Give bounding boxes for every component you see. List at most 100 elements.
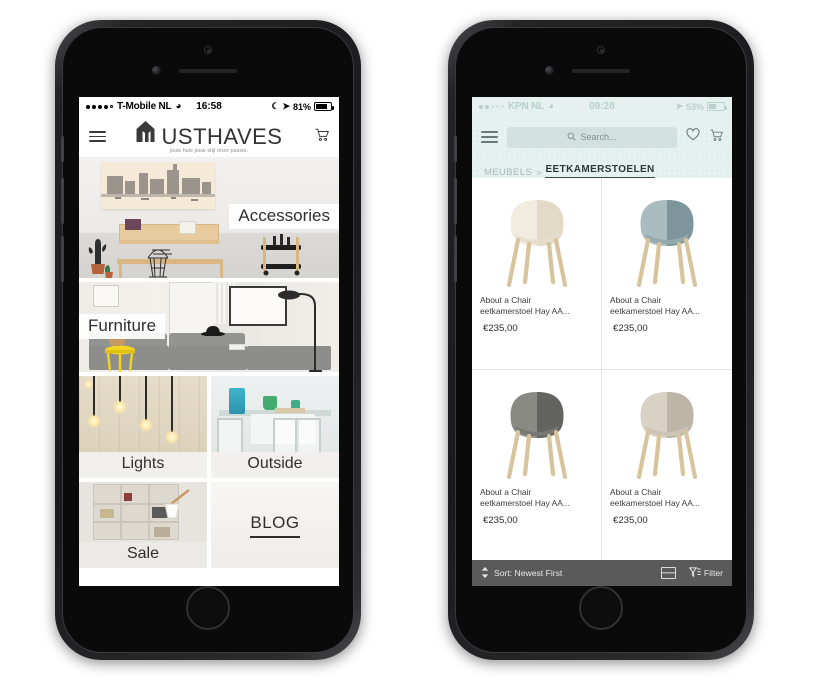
bar-cart-object — [261, 234, 301, 276]
mute-switch[interactable] — [454, 136, 457, 162]
string-lights-image — [79, 376, 207, 452]
product-title: About a Chair eetkamerstoel Hay AA... — [610, 295, 700, 316]
wall-picture-small — [93, 285, 119, 307]
battery-percent-label: 53% — [685, 101, 704, 112]
grid-view-toggle-icon[interactable] — [660, 567, 676, 579]
location-arrow-icon: ➤ — [282, 101, 290, 111]
battery-icon — [314, 102, 334, 111]
right-screen: KPN NL ◕ 09:28 ➤ 53% Search... MEUBELS >… — [472, 97, 732, 586]
tile-lights[interactable]: Lights — [79, 376, 207, 478]
status-bar-right: KPN NL ◕ 09:28 ➤ 53% — [472, 97, 732, 116]
home-button[interactable] — [579, 586, 623, 630]
breadcrumb-current[interactable]: EETKAMERSTOELEN — [545, 164, 655, 178]
black-hat-object — [201, 326, 225, 336]
front-camera-icon — [545, 66, 554, 75]
phone-left-body: T-Mobile NL ◕ 16:58 ☾ ➤ 81% USTHAVES jou… — [61, 27, 354, 653]
product-card[interactable]: About a Chair eetkamerstoel Hay AA... €2… — [472, 369, 602, 560]
product-image — [480, 378, 593, 482]
shopping-cart-icon[interactable] — [709, 128, 723, 147]
product-title: About a Chair eetkamerstoel Hay AA... — [480, 486, 570, 508]
funnel-filter-icon — [688, 566, 701, 580]
tile-label-outside: Outside — [211, 452, 339, 478]
tile-label-accessories: Accessories — [229, 204, 339, 229]
left-screen: T-Mobile NL ◕ 16:58 ☾ ➤ 81% USTHAVES jou… — [79, 97, 339, 586]
wire-chair-object — [147, 249, 172, 278]
tile-outside[interactable]: Outside — [211, 376, 339, 478]
battery-percent-label: 81% — [292, 101, 311, 112]
wall-lamp-object — [164, 489, 190, 519]
shelving-unit-image — [79, 482, 207, 542]
tile-furniture[interactable]: Furniture — [79, 282, 339, 372]
product-card[interactable]: About a Chair eetkamerstoel Hay AA... €2… — [472, 178, 602, 370]
clock-label: 09:28 — [589, 101, 615, 112]
product-title: About a Chair eetkamerstoel Hay AA... — [480, 295, 570, 316]
signal-strength-icon — [86, 104, 113, 109]
search-input[interactable]: Search... — [507, 126, 677, 148]
signal-strength-icon — [479, 104, 504, 109]
filter-button[interactable]: Filter — [688, 566, 723, 580]
tile-sale[interactable]: Sale — [79, 482, 207, 568]
earpiece-speaker — [572, 69, 630, 73]
product-title: About a Chair eetkamerstoel Hay AA... — [610, 486, 700, 508]
outdoor-table-image — [211, 376, 339, 452]
product-price: €235,00 — [483, 514, 518, 526]
tile-label-furniture: Furniture — [79, 314, 166, 339]
tile-label-lights: Lights — [79, 452, 207, 478]
mute-switch[interactable] — [61, 136, 64, 162]
phone-left: T-Mobile NL ◕ 16:58 ☾ ➤ 81% USTHAVES jou… — [55, 20, 361, 660]
product-price: €235,00 — [613, 514, 648, 526]
home-button[interactable] — [186, 586, 230, 630]
earpiece-speaker — [179, 69, 237, 73]
carrier-label: KPN NL — [508, 101, 545, 112]
status-bar-left: T-Mobile NL ◕ 16:58 ☾ ➤ 81% — [79, 97, 339, 116]
brand-name: USTHAVES — [161, 123, 283, 149]
product-price: €235,00 — [613, 323, 648, 334]
yellow-side-table — [105, 345, 135, 372]
product-image — [610, 186, 724, 290]
search-icon — [567, 128, 577, 146]
sort-label: Sort: Newest First — [494, 568, 563, 578]
arc-floor-lamp — [278, 290, 322, 372]
category-tile-grid: Accessories Furniture Lights Outside Sal… — [79, 158, 339, 568]
radio-object — [179, 221, 196, 234]
shopping-cart-icon[interactable] — [314, 127, 329, 147]
tile-label-sale: Sale — [79, 542, 207, 568]
tile-blog[interactable]: BLOG — [211, 482, 339, 568]
volume-down-button[interactable] — [61, 236, 64, 282]
battery-icon — [707, 102, 727, 111]
heart-icon[interactable] — [686, 128, 700, 146]
hamburger-menu-icon[interactable] — [481, 131, 498, 143]
cactus-plants — [88, 239, 113, 278]
breadcrumb-parent[interactable]: MEUBELS — [484, 167, 532, 178]
volume-up-button[interactable] — [61, 178, 64, 224]
location-arrow-icon: ➤ — [675, 101, 683, 111]
volume-up-button[interactable] — [454, 178, 457, 224]
product-card[interactable]: About a Chair eetkamerstoel Hay AA... €2… — [602, 370, 732, 561]
wifi-icon: ◕ — [548, 101, 555, 112]
wifi-icon: ◕ — [175, 101, 182, 112]
app-header-left: USTHAVES jouw huis jouw stijl onze passi… — [79, 116, 339, 158]
wall-art-image — [101, 162, 215, 209]
phone-right-body: KPN NL ◕ 09:28 ➤ 53% Search... MEUBELS >… — [454, 27, 747, 653]
product-card[interactable]: About a Chair eetkamerstoel Hay AA... €2… — [602, 178, 732, 370]
tile-accessories[interactable]: Accessories — [79, 158, 339, 278]
proximity-sensor-icon — [597, 46, 605, 54]
product-image — [480, 186, 593, 290]
front-camera-icon — [152, 66, 161, 75]
filter-sort-toolbar: Sort: Newest First Filter — [472, 560, 732, 586]
hamburger-menu-icon[interactable] — [89, 131, 106, 142]
sort-button[interactable]: Sort: Newest First — [481, 566, 563, 580]
product-price: €235,00 — [483, 323, 518, 334]
brand-tagline: jouw huis jouw stijl onze passie. — [169, 147, 249, 154]
house-m-logo-icon — [136, 120, 162, 147]
carrier-label: T-Mobile NL — [117, 101, 172, 112]
filter-label: Filter — [703, 568, 723, 578]
breadcrumb: MEUBELS > EETKAMERSTOELEN — [481, 152, 723, 178]
brand-logo[interactable]: USTHAVES jouw huis jouw stijl onze passi… — [136, 120, 283, 154]
product-image — [610, 378, 724, 482]
phone-right: KPN NL ◕ 09:28 ➤ 53% Search... MEUBELS >… — [448, 20, 754, 660]
app-header-right: Search... MEUBELS > EETKAMERSTOELEN — [472, 116, 732, 178]
book-stack-object — [229, 344, 245, 350]
volume-down-button[interactable] — [454, 236, 457, 282]
chevron-right-icon: > — [536, 168, 542, 178]
